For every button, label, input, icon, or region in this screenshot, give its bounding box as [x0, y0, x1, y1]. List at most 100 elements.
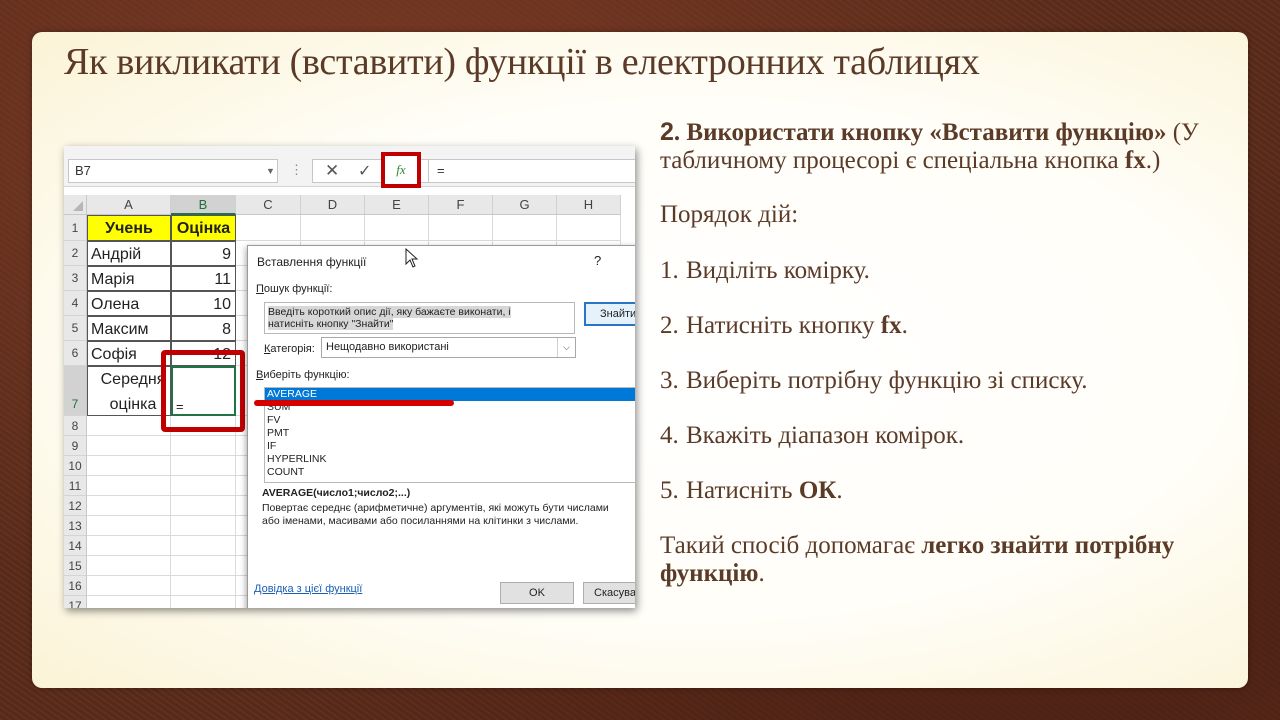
category-select[interactable]: Нещодавно використані ⌵ [321, 337, 576, 358]
grid-cell[interactable] [87, 516, 171, 536]
student-name-cell[interactable]: Софія [87, 341, 171, 366]
student-grade-cell[interactable]: 11 [171, 266, 236, 291]
row-header-15[interactable]: 15 [64, 556, 87, 576]
function-list-item[interactable]: PMT [265, 427, 635, 440]
row-header-2[interactable]: 2 [64, 241, 87, 266]
intro-num: 2 [660, 118, 674, 146]
function-list-item[interactable]: IF [265, 440, 635, 453]
step-item: 3. Виберіть потрібну функцію зі списку. [660, 367, 1220, 395]
column-header-e[interactable]: E [365, 195, 429, 215]
grid-cell[interactable] [429, 215, 493, 241]
column-header-b[interactable]: B [171, 195, 236, 215]
step-number: 2. [660, 312, 679, 339]
grid-cell[interactable] [301, 215, 365, 241]
step-text: Виділіть комірку. [686, 257, 870, 284]
row-header-16[interactable]: 16 [64, 576, 87, 596]
grid-cell[interactable] [171, 556, 236, 576]
grid-cell[interactable] [171, 516, 236, 536]
row-header-6[interactable]: 6 [64, 341, 87, 366]
grid-cell[interactable] [493, 215, 557, 241]
header-cell-grade[interactable]: Оцінка [171, 215, 236, 241]
student-grade-cell[interactable]: 8 [171, 316, 236, 341]
grid-cell[interactable] [87, 416, 171, 436]
intro-paragraph: 2. Використати кнопку «Вставити функцію»… [660, 118, 1199, 174]
row-header-13[interactable]: 13 [64, 516, 87, 536]
help-icon[interactable]: ? [594, 253, 601, 268]
row-header-1[interactable]: 1 [64, 215, 87, 241]
grid-cell[interactable] [87, 596, 171, 608]
grid-cell[interactable] [87, 436, 171, 456]
find-button[interactable]: Знайти [584, 302, 635, 326]
column-header-g[interactable]: G [493, 195, 557, 215]
more-icon: ⋮ [290, 162, 303, 177]
row-header-3[interactable]: 3 [64, 266, 87, 291]
step-item: 1. Виділіть комірку. [660, 257, 1220, 285]
step-text: Натисніть ОК. [686, 477, 843, 504]
excel-screenshot: B7 ▼ ⋮ ✕ ✓ fx = ABCDEFGH 1 2 3 4 5 6 7 8 9 10 11 12… [64, 146, 635, 608]
average-label-line1: Середня [100, 371, 166, 388]
function-list-item[interactable]: COUNT [265, 466, 635, 479]
grid-cell[interactable] [171, 496, 236, 516]
function-list-item[interactable]: HYPERLINK [265, 453, 635, 466]
outro-paragraph: Такий спосіб допомагає легко знайти потр… [660, 532, 1175, 587]
function-list-item[interactable]: FV [265, 414, 635, 427]
grid-cell[interactable] [171, 456, 236, 476]
name-box[interactable]: B7 [68, 159, 278, 183]
grid-cell[interactable] [171, 476, 236, 496]
row-header-11[interactable]: 11 [64, 476, 87, 496]
check-icon[interactable]: ✓ [358, 161, 371, 181]
grid-cell[interactable] [87, 476, 171, 496]
search-input[interactable]: Введіть короткий опис дії, яку бажаєте в… [264, 302, 575, 334]
grid-cell[interactable] [87, 496, 171, 516]
row-header-14[interactable]: 14 [64, 536, 87, 556]
row-header-7[interactable]: 7 [64, 366, 87, 416]
cancel-button[interactable]: Скасувати [583, 582, 635, 604]
row-header-10[interactable]: 10 [64, 456, 87, 476]
step-item: 5. Натисніть ОК. [660, 477, 1220, 505]
grid-cell[interactable] [87, 456, 171, 476]
grid-cell[interactable] [87, 576, 171, 596]
column-header-h[interactable]: H [557, 195, 621, 215]
row-header-9[interactable]: 9 [64, 436, 87, 456]
step-item: 4. Вкажіть діапазон комірок. [660, 422, 1220, 450]
student-name-cell[interactable]: Марія [87, 266, 171, 291]
student-name-cell[interactable]: Андрій [87, 241, 171, 266]
step-text: Вкажіть діапазон комірок. [686, 422, 965, 449]
row-header-4[interactable]: 4 [64, 291, 87, 316]
help-link[interactable]: Довідка з цієї функції [254, 583, 362, 595]
ok-button[interactable]: OK [500, 582, 574, 604]
row-header-8[interactable]: 8 [64, 416, 87, 436]
column-header-c[interactable]: C [236, 195, 301, 215]
column-header-a[interactable]: A [87, 195, 171, 215]
student-name-cell[interactable]: Максим [87, 316, 171, 341]
insert-function-button[interactable]: fx [381, 152, 421, 188]
grid-cell[interactable] [171, 596, 236, 608]
grid-cell[interactable] [87, 536, 171, 556]
function-label: Виберіть функцію: [256, 369, 350, 381]
cancel-icon[interactable]: ✕ [325, 161, 339, 181]
grid-cell[interactable] [171, 536, 236, 556]
row-header-12[interactable]: 12 [64, 496, 87, 516]
grid-cell[interactable] [236, 215, 301, 241]
grid-cell[interactable] [365, 215, 429, 241]
student-grade-cell[interactable]: 10 [171, 291, 236, 316]
student-name-cell[interactable]: Олена [87, 291, 171, 316]
grid-cell[interactable] [171, 576, 236, 596]
highlight-active-cell [161, 350, 245, 432]
header-cell-student[interactable]: Учень [87, 215, 171, 241]
chevron-down-icon[interactable]: ⌵ [557, 338, 575, 357]
grid-cell[interactable] [171, 436, 236, 456]
grid-cell[interactable] [557, 215, 621, 241]
function-signature: AVERAGE(число1;число2;...) [262, 487, 411, 499]
row-header-5[interactable]: 5 [64, 316, 87, 341]
chevron-down-icon[interactable]: ▼ [266, 166, 275, 176]
formula-input[interactable]: = [428, 159, 635, 183]
column-header-f[interactable]: F [429, 195, 493, 215]
column-header-d[interactable]: D [301, 195, 365, 215]
student-grade-cell[interactable]: 9 [171, 241, 236, 266]
row-header-17[interactable]: 17 [64, 596, 87, 608]
average-label-cell[interactable]: Середня оцінка [87, 366, 171, 416]
step-number: 4. [660, 422, 679, 449]
select-all-corner[interactable] [64, 195, 87, 215]
grid-cell[interactable] [87, 556, 171, 576]
